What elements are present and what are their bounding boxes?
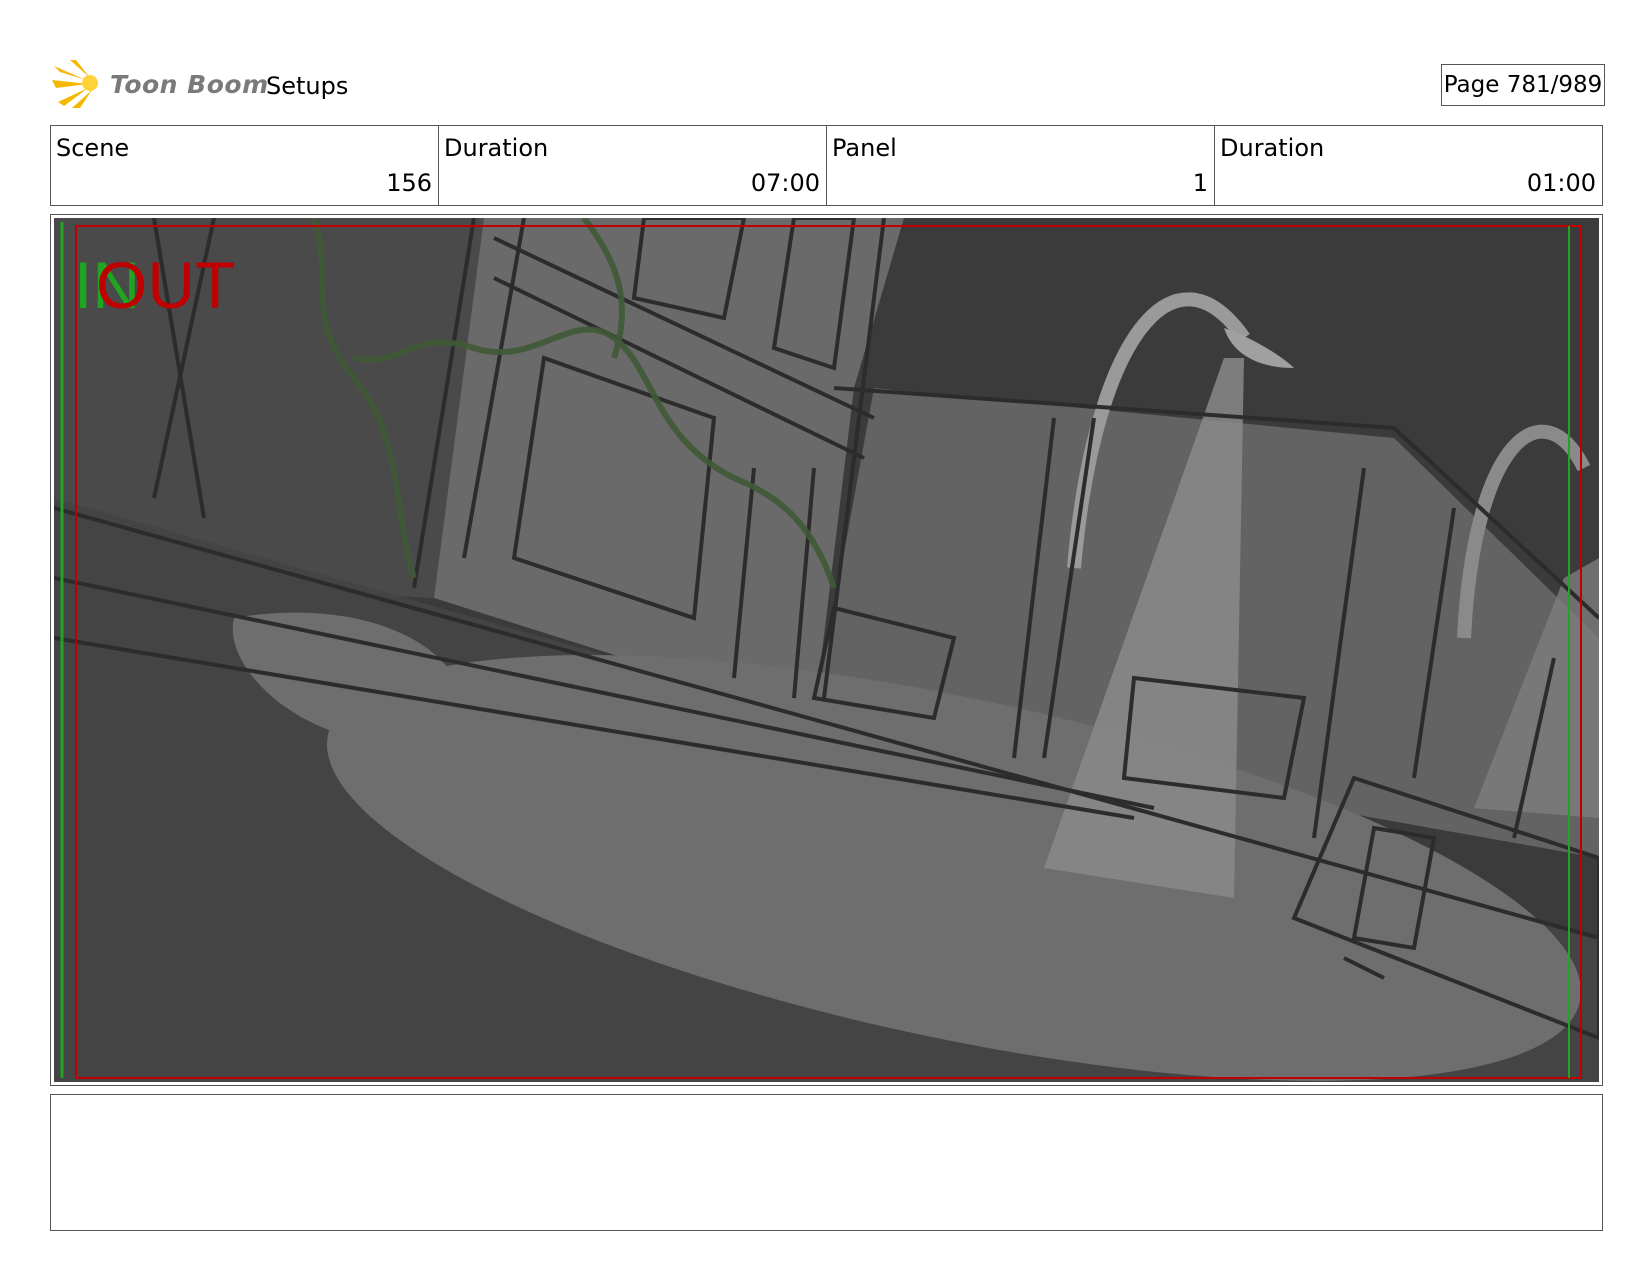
scene-value: 156 xyxy=(386,169,432,197)
scene-duration-cell: Duration 07:00 xyxy=(439,126,827,205)
page-number: Page 781/989 xyxy=(1441,64,1605,106)
panel-info-table: Scene 156 Duration 07:00 Panel 1 Duratio… xyxy=(50,125,1603,206)
panel-duration-value: 01:00 xyxy=(1526,169,1596,197)
panel-value: 1 xyxy=(1192,169,1208,197)
scene-duration-label: Duration xyxy=(444,134,549,162)
scene-label: Scene xyxy=(56,134,130,162)
logo-text: Toon Boom xyxy=(110,70,269,99)
panel-notes-box xyxy=(50,1094,1603,1231)
storyboard-panel-image: IN OUT xyxy=(54,218,1599,1082)
out-marker-text: OUT xyxy=(96,248,235,322)
scene-cell: Scene 156 xyxy=(51,126,439,205)
panel-duration-label: Duration xyxy=(1220,134,1325,162)
panel-label: Panel xyxy=(832,134,897,162)
panel-duration-cell: Duration 01:00 xyxy=(1215,126,1602,205)
scene-duration-value: 07:00 xyxy=(750,169,820,197)
project-title: Setups xyxy=(266,72,349,100)
panel-cell: Panel 1 xyxy=(827,126,1215,205)
